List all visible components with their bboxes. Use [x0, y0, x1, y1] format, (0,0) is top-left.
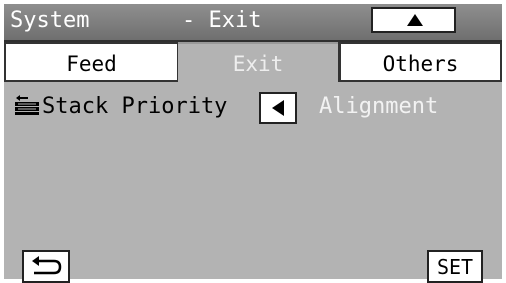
- stack-priority-icon: [15, 95, 39, 115]
- left-triangle-icon: [272, 100, 284, 116]
- back-button[interactable]: [22, 250, 70, 283]
- tab-others[interactable]: Others: [338, 42, 502, 82]
- screen: System - Exit Feed Exit Others Stack Pri…: [0, 0, 506, 283]
- set-button[interactable]: SET: [427, 250, 483, 283]
- scroll-up-button[interactable]: [371, 7, 456, 33]
- return-arrow-icon: [32, 256, 62, 275]
- stack-priority-value: Alignment: [319, 94, 439, 119]
- previous-value-button[interactable]: [259, 92, 297, 124]
- up-triangle-icon: [407, 14, 423, 26]
- title-bar: System - Exit: [4, 4, 502, 42]
- tab-feed[interactable]: Feed: [4, 42, 178, 82]
- stack-priority-label: Stack Priority: [42, 94, 228, 119]
- title-menu: System: [10, 8, 90, 33]
- title-section: - Exit: [182, 8, 262, 33]
- tab-exit[interactable]: Exit: [178, 42, 338, 82]
